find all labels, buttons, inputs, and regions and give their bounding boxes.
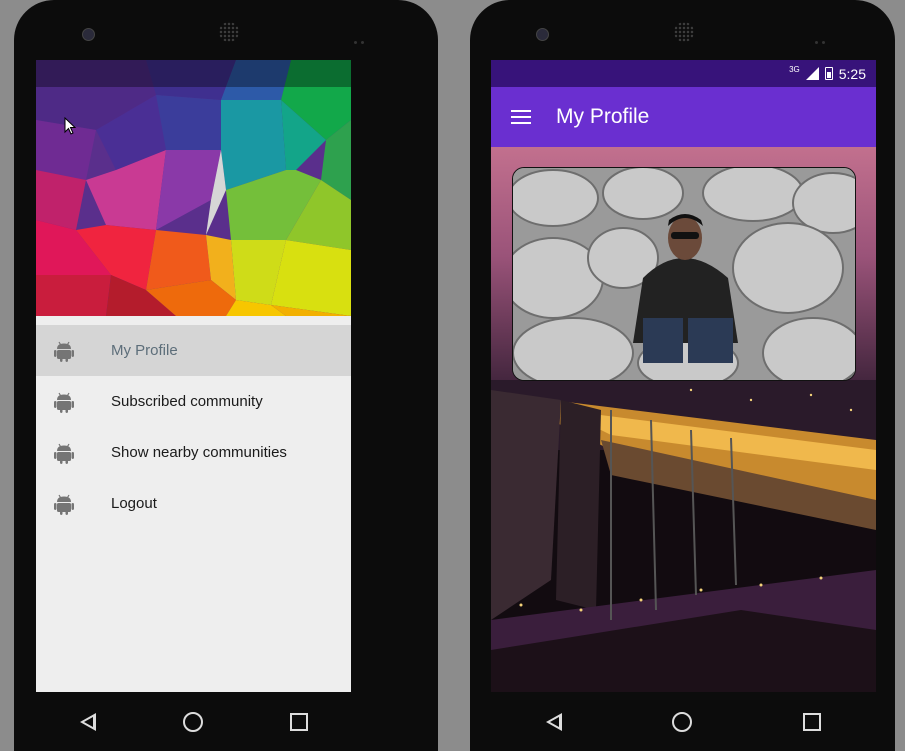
profile-photo[interactable] xyxy=(512,167,856,381)
battery-icon xyxy=(824,67,833,80)
status-bar: 3G 5:25 xyxy=(491,60,876,87)
network-type: 3G xyxy=(789,65,800,74)
navigation-drawer: My Profile Subscribed community Show nea… xyxy=(36,60,351,692)
hamburger-icon[interactable] xyxy=(511,110,531,124)
menu-item-label: Logout xyxy=(111,495,157,512)
menu-item-label: Show nearby communities xyxy=(111,444,287,461)
drawer-header-image xyxy=(36,60,351,316)
status-time: 5:25 xyxy=(838,65,866,82)
front-camera xyxy=(536,28,549,41)
page-title: My Profile xyxy=(556,105,650,128)
menu-item-logout[interactable]: Logout xyxy=(36,478,351,529)
back-icon[interactable] xyxy=(546,712,563,731)
signal-icon xyxy=(805,67,819,80)
left-phone-frame: 3G 5:25 xyxy=(14,0,438,751)
left-screen: 3G 5:25 xyxy=(36,60,351,692)
right-screen: 3G 5:25 My Profile xyxy=(491,60,876,692)
profile-photo-image xyxy=(513,168,855,380)
menu-item-label: My Profile xyxy=(111,342,178,359)
menu-item-my-profile[interactable]: My Profile xyxy=(36,325,351,376)
android-icon xyxy=(54,341,74,362)
menu-item-label: Subscribed community xyxy=(111,393,263,410)
system-nav-bar xyxy=(36,692,351,751)
home-icon[interactable] xyxy=(672,711,693,732)
android-icon xyxy=(54,443,74,464)
right-phone-frame: 3G 5:25 My Profile xyxy=(470,0,895,751)
proximity-sensor xyxy=(815,31,829,44)
android-icon xyxy=(54,392,74,413)
system-nav-bar xyxy=(491,692,876,751)
home-icon[interactable] xyxy=(182,711,203,732)
android-icon xyxy=(54,494,74,515)
bridge-illustration xyxy=(491,380,876,692)
app-bar: My Profile xyxy=(491,87,876,147)
recent-apps-icon[interactable] xyxy=(289,712,308,731)
menu-item-subscribed-community[interactable]: Subscribed community xyxy=(36,376,351,427)
drawer-menu: My Profile Subscribed community Show nea… xyxy=(36,325,351,529)
drawer-status-bar-scrim xyxy=(36,60,351,87)
recent-apps-icon[interactable] xyxy=(802,712,821,731)
earpiece-speaker xyxy=(219,22,239,42)
menu-item-show-nearby-communities[interactable]: Show nearby communities xyxy=(36,427,351,478)
proximity-sensor xyxy=(354,31,368,44)
front-camera xyxy=(82,28,95,41)
earpiece-speaker xyxy=(674,22,694,42)
back-icon[interactable] xyxy=(79,712,96,731)
